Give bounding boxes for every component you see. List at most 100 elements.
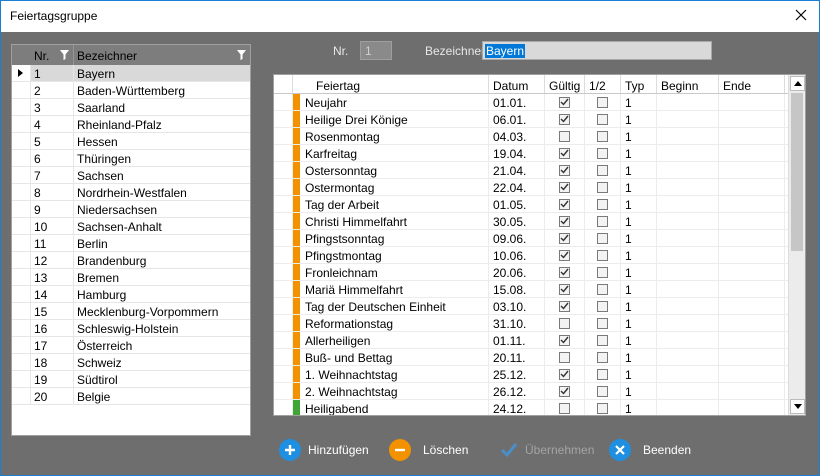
half-day-checkbox[interactable] xyxy=(597,300,608,312)
gultig-checkbox[interactable] xyxy=(559,300,570,312)
half-day-checkbox[interactable] xyxy=(597,181,608,193)
gultig-checkbox[interactable] xyxy=(559,385,570,397)
half-day-checkbox[interactable] xyxy=(597,249,608,261)
group-row[interactable]: 14 Hamburg xyxy=(12,286,250,303)
holiday-row[interactable]: Heiligabend 24.12. 1 xyxy=(274,400,805,415)
apply-button[interactable]: Übernehmen xyxy=(499,438,594,462)
gultig-checkbox[interactable] xyxy=(559,266,570,278)
group-row[interactable]: 16 Schleswig-Holstein xyxy=(12,320,250,337)
holiday-row[interactable]: 1. Weihnachtstag 25.12. 1 xyxy=(274,366,805,383)
column-header-beginn[interactable]: Beginn xyxy=(657,75,719,93)
scroll-up-icon[interactable] xyxy=(790,76,805,91)
group-row[interactable]: 9 Niedersachsen xyxy=(12,201,250,218)
gultig-checkbox[interactable] xyxy=(559,164,570,176)
half-day-checkbox[interactable] xyxy=(597,283,608,295)
half-cell xyxy=(585,111,621,127)
half-day-checkbox[interactable] xyxy=(597,368,608,380)
holiday-row[interactable]: Pfingstsonntag 09.06. 1 xyxy=(274,230,805,247)
holiday-row[interactable]: Heilige Drei Könige 06.01. 1 xyxy=(274,111,805,128)
holiday-row[interactable]: Pfingstmontag 10.06. 1 xyxy=(274,247,805,264)
holiday-date: 01.01. xyxy=(489,94,545,110)
add-button[interactable]: Hinzufügen xyxy=(279,438,369,462)
group-row[interactable]: 20 Belgie xyxy=(12,388,250,405)
close-button[interactable]: Beenden xyxy=(609,438,691,462)
half-day-checkbox[interactable] xyxy=(597,266,608,278)
group-row[interactable]: 4 Rheinland-Pfalz xyxy=(12,116,250,133)
group-row[interactable]: 12 Brandenburg xyxy=(12,252,250,269)
holiday-row[interactable]: Buß- und Bettag 20.11. 1 xyxy=(274,349,805,366)
gultig-checkbox[interactable] xyxy=(559,181,570,193)
holiday-row[interactable]: Karfreitag 19.04. 1 xyxy=(274,145,805,162)
group-row[interactable]: 15 Mecklenburg-Vorpommern xyxy=(12,303,250,320)
column-header-ende[interactable]: Ende xyxy=(719,75,785,93)
half-day-checkbox[interactable] xyxy=(597,385,608,397)
holiday-row[interactable]: 2. Weihnachtstag 26.12. 1 xyxy=(274,383,805,400)
gultig-checkbox[interactable] xyxy=(559,283,570,295)
scroll-down-icon[interactable] xyxy=(790,399,805,414)
column-header-feiertag[interactable]: Feiertag xyxy=(293,75,489,93)
half-day-checkbox[interactable] xyxy=(597,198,608,210)
holiday-row[interactable]: Fronleichnam 20.06. 1 xyxy=(274,264,805,281)
half-day-checkbox[interactable] xyxy=(597,334,608,346)
group-row[interactable]: 7 Sachsen xyxy=(12,167,250,184)
group-row[interactable]: 17 Österreich xyxy=(12,337,250,354)
column-header-typ[interactable]: Typ xyxy=(621,75,657,93)
gultig-checkbox[interactable] xyxy=(559,249,570,261)
gultig-checkbox[interactable] xyxy=(559,368,570,380)
column-header-nr[interactable]: Nr. xyxy=(31,45,74,65)
group-row[interactable]: 13 Bremen xyxy=(12,269,250,286)
group-row[interactable]: 8 Nordrhein-Westfalen xyxy=(12,184,250,201)
holiday-row[interactable]: Neujahr 01.01. 1 xyxy=(274,94,805,111)
group-row[interactable]: 3 Saarland xyxy=(12,99,250,116)
half-day-checkbox[interactable] xyxy=(597,164,608,176)
group-row[interactable]: 1 Bayern xyxy=(12,65,250,82)
close-icon[interactable] xyxy=(792,6,810,24)
filter-icon[interactable] xyxy=(60,49,69,63)
half-day-checkbox[interactable] xyxy=(597,130,608,142)
gultig-checkbox[interactable] xyxy=(559,402,570,414)
gultig-checkbox[interactable] xyxy=(559,96,570,108)
half-day-checkbox[interactable] xyxy=(597,317,608,329)
holiday-row[interactable]: Christi Himmelfahrt 30.05. 1 xyxy=(274,213,805,230)
scrollbar-thumb[interactable] xyxy=(791,93,803,251)
gultig-checkbox[interactable] xyxy=(559,334,570,346)
group-row[interactable]: 10 Sachsen-Anhalt xyxy=(12,218,250,235)
holiday-row[interactable]: Reformationstag 31.10. 1 xyxy=(274,315,805,332)
group-row[interactable]: 18 Schweiz xyxy=(12,354,250,371)
holiday-row[interactable]: Rosenmontag 04.03. 1 xyxy=(274,128,805,145)
holiday-row[interactable]: Allerheiligen 01.11. 1 xyxy=(274,332,805,349)
delete-button[interactable]: Löschen xyxy=(389,438,468,462)
column-header-half[interactable]: 1/2 xyxy=(585,75,621,93)
half-day-checkbox[interactable] xyxy=(597,147,608,159)
gultig-checkbox[interactable] xyxy=(559,130,570,142)
filter-icon[interactable] xyxy=(237,49,246,63)
group-row[interactable]: 5 Hessen xyxy=(12,133,250,150)
group-row[interactable]: 6 Thüringen xyxy=(12,150,250,167)
column-header-gultig[interactable]: Gültig xyxy=(545,75,585,93)
group-row[interactable]: 11 Berlin xyxy=(12,235,250,252)
column-header-datum[interactable]: Datum xyxy=(489,75,545,93)
holiday-row[interactable]: Ostersonntag 21.04. 1 xyxy=(274,162,805,179)
group-row[interactable]: 2 Baden-Württemberg xyxy=(12,82,250,99)
holiday-row[interactable]: Tag der Deutschen Einheit 03.10. 1 xyxy=(274,298,805,315)
gultig-checkbox[interactable] xyxy=(559,198,570,210)
gultig-checkbox[interactable] xyxy=(559,351,570,363)
gultig-checkbox[interactable] xyxy=(559,147,570,159)
half-day-checkbox[interactable] xyxy=(597,351,608,363)
gultig-checkbox[interactable] xyxy=(559,113,570,125)
vertical-scrollbar[interactable] xyxy=(788,75,805,415)
group-row[interactable]: 19 Südtirol xyxy=(12,371,250,388)
gultig-checkbox[interactable] xyxy=(559,317,570,329)
half-day-checkbox[interactable] xyxy=(597,96,608,108)
half-day-checkbox[interactable] xyxy=(597,215,608,227)
gultig-checkbox[interactable] xyxy=(559,215,570,227)
half-day-checkbox[interactable] xyxy=(597,113,608,125)
gultig-checkbox[interactable] xyxy=(559,232,570,244)
bezeichner-input[interactable]: Bayern xyxy=(482,41,712,60)
holiday-row[interactable]: Tag der Arbeit 01.05. 1 xyxy=(274,196,805,213)
holiday-row[interactable]: Ostermontag 22.04. 1 xyxy=(274,179,805,196)
holiday-row[interactable]: Mariä Himmelfahrt 15.08. 1 xyxy=(274,281,805,298)
half-day-checkbox[interactable] xyxy=(597,402,608,414)
half-day-checkbox[interactable] xyxy=(597,232,608,244)
column-header-bezeichner[interactable]: Bezeichner xyxy=(74,45,250,65)
